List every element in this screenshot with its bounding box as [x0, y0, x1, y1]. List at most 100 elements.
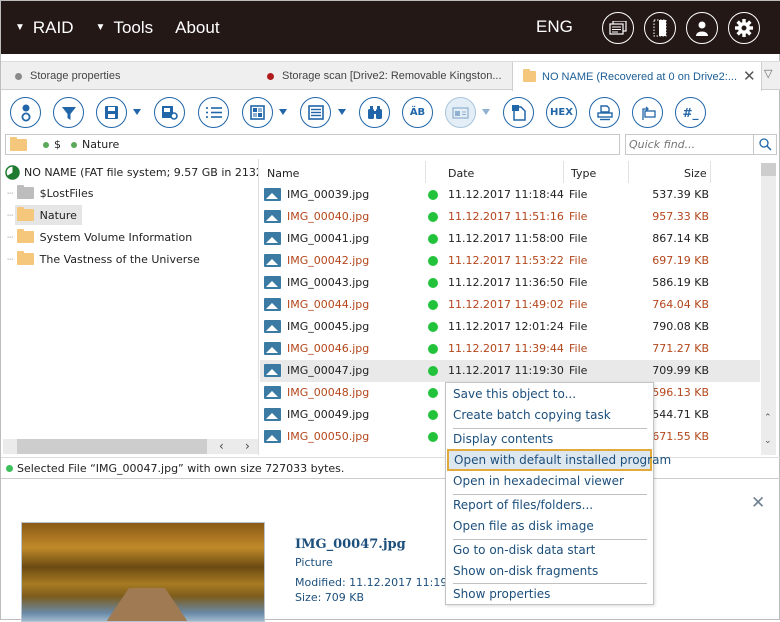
tab-storage-properties[interactable]: Storage properties — [15, 62, 255, 90]
table-row[interactable]: IMG_00045.jpg 11.12.2017 12:01:24 File 790.… — [260, 316, 760, 338]
user-button[interactable] — [686, 12, 718, 44]
properties-button[interactable] — [10, 97, 41, 128]
cell-size: 957.33 KB — [652, 210, 709, 223]
find-button[interactable] — [359, 97, 390, 128]
cell-size: 771.27 KB — [652, 342, 709, 355]
cell-name: IMG_00039.jpg — [287, 188, 370, 201]
view-mode-dropdown-icon[interactable] — [279, 109, 287, 115]
search-button[interactable] — [753, 135, 776, 154]
close-tab-icon[interactable]: ✕ — [743, 67, 756, 85]
save-button[interactable] — [96, 97, 127, 128]
menu-item-show-on-disk-fragments[interactable]: Show on-disk fragments — [446, 561, 653, 581]
table-row[interactable]: IMG_00041.jpg 11.12.2017 11:58:00 File 867.… — [260, 228, 760, 250]
scroll-left-icon[interactable]: ‹ — [219, 439, 224, 453]
properties-icon — [21, 104, 30, 121]
tree-item-lostfiles[interactable]: ┄ $LostFiles — [7, 183, 93, 203]
menu-item-save-object[interactable]: Save this object to... — [446, 384, 653, 404]
hash-button[interactable]: #_ — [675, 97, 706, 128]
image-file-icon — [264, 408, 281, 421]
hash-icon: #_ — [682, 105, 699, 120]
tab-list-dropdown-icon[interactable]: ▽ — [764, 67, 772, 80]
scrollbar-thumb[interactable] — [761, 163, 776, 176]
image-file-icon — [264, 188, 281, 201]
menu-item-show-properties[interactable]: Show properties — [446, 584, 653, 604]
column-date[interactable]: Date — [448, 167, 474, 180]
save-options-icon — [162, 106, 178, 120]
quick-find-input[interactable] — [626, 138, 753, 151]
export-button[interactable] — [632, 97, 663, 128]
cell-size: 671.55 KB — [652, 430, 709, 443]
tree-root[interactable]: NO NAME (FAT file system; 9.57 GB in 213… — [5, 162, 258, 182]
save-options-button[interactable] — [154, 97, 185, 128]
text-encoding-button[interactable]: ÄB — [402, 97, 433, 128]
table-row[interactable]: IMG_00040.jpg 11.12.2017 11:51:16 File 957.… — [260, 206, 760, 228]
address-bar[interactable]: $ Nature — [5, 134, 620, 155]
cell-size: 544.71 KB — [652, 408, 709, 421]
table-row[interactable]: IMG_00046.jpg 11.12.2017 11:39:44 File 771.… — [260, 338, 760, 360]
breadcrumb-root[interactable]: $ — [54, 138, 61, 151]
breadcrumb-nature[interactable]: Nature — [82, 138, 119, 151]
language-selector[interactable]: ENG — [536, 17, 573, 37]
table-row[interactable]: IMG_00042.jpg 11.12.2017 11:53:22 File 697.… — [260, 250, 760, 272]
settings-button[interactable] — [728, 12, 760, 44]
tree-item-nature[interactable]: ┄ Nature — [7, 205, 82, 225]
menu-item-go-to-on-disk-data-start[interactable]: Go to on-disk data start — [446, 540, 653, 560]
scroll-up-icon[interactable]: ⌃ — [764, 413, 772, 423]
scrollbar-thumb[interactable] — [17, 439, 207, 454]
save-dropdown-icon[interactable] — [133, 109, 141, 115]
recovery-status-icon — [428, 278, 438, 288]
panel-toggle-button[interactable] — [644, 12, 676, 44]
menu-item-display-contents[interactable]: Display contents — [446, 429, 653, 449]
table-row[interactable]: IMG_00044.jpg 11.12.2017 11:49:02 File 764.… — [260, 294, 760, 316]
menu-item-report-files-folders[interactable]: Report of files/folders... — [446, 495, 653, 515]
preview-dropdown-icon[interactable] — [482, 109, 490, 115]
save-icon — [105, 106, 118, 119]
scroll-down-icon[interactable]: ⌄ — [764, 436, 772, 446]
view-mode-button[interactable] — [242, 97, 273, 128]
tree-item-system-volume-information[interactable]: ┄ System Volume Information — [7, 227, 192, 247]
folder-tree: NO NAME (FAT file system; 9.57 GB in 213… — [1, 159, 259, 455]
column-type[interactable]: Type — [571, 167, 596, 180]
menu-item-open-with-default-program[interactable]: Open with default installed program — [447, 449, 671, 471]
preview-thumbnail — [21, 522, 265, 622]
tree-horizontal-scrollbar[interactable]: ‹ › — [3, 439, 258, 454]
image-file-icon — [264, 210, 281, 223]
tab-no-name[interactable]: NO NAME (Recovered at 0 on Drive2:... ✕ — [512, 62, 762, 91]
menu-raid[interactable]: ▼ RAID — [15, 18, 74, 38]
close-preview-icon[interactable]: ✕ — [751, 493, 765, 513]
column-size[interactable]: Size — [684, 167, 707, 180]
menu-item-open-as-disk-image[interactable]: Open file as disk image — [446, 516, 653, 536]
cell-size: 537.39 KB — [652, 188, 709, 201]
export-icon — [641, 106, 656, 120]
table-row[interactable]: IMG_00047.jpg 11.12.2017 11:19:30 File 709.… — [260, 360, 760, 382]
log-button[interactable] — [602, 12, 634, 44]
cell-type: File — [569, 188, 588, 201]
menu-about[interactable]: About — [175, 18, 219, 38]
cell-date: 11.12.2017 11:53:22 — [448, 254, 564, 267]
scroll-right-icon[interactable]: › — [245, 439, 250, 453]
list-view-dropdown-icon[interactable] — [338, 109, 346, 115]
cell-size: 790.08 KB — [652, 320, 709, 333]
checklist-button[interactable] — [198, 97, 229, 128]
column-name[interactable]: Name — [267, 167, 299, 180]
cell-size: 867.14 KB — [652, 232, 709, 245]
tree-item-vastness-of-universe[interactable]: ┄ The Vastness of the Universe — [7, 249, 200, 269]
copy-file-button[interactable] — [503, 97, 534, 128]
recovery-status-icon — [428, 300, 438, 310]
print-button[interactable] — [589, 97, 620, 128]
list-view-button[interactable] — [300, 97, 331, 128]
menu-tools[interactable]: ▼ Tools — [96, 18, 154, 38]
cell-size: 764.04 KB — [652, 298, 709, 311]
tab-storage-scan[interactable]: Storage scan [Drive2: Removable Kingston… — [267, 62, 507, 90]
table-row[interactable]: IMG_00039.jpg 11.12.2017 11:18:44 File 537.… — [260, 184, 760, 206]
menu-item-create-batch-copying-task[interactable]: Create batch copying task — [446, 405, 653, 425]
tab-bar: Storage properties Storage scan [Drive2:… — [1, 61, 780, 91]
menu-item-open-in-hex-viewer[interactable]: Open in hexadecimal viewer — [446, 471, 653, 491]
cell-name: IMG_00043.jpg — [287, 276, 370, 289]
filter-button[interactable] — [53, 97, 84, 128]
hex-button[interactable]: HEX — [546, 97, 577, 128]
preview-button[interactable] — [445, 97, 476, 128]
preview-pane: IMG_00047.jpg Picture Modified: 11.12.20… — [1, 481, 780, 622]
list-vertical-scrollbar[interactable]: ⌃ ⌄ — [761, 163, 776, 455]
table-row[interactable]: IMG_00043.jpg 11.12.2017 11:36:50 File 586.… — [260, 272, 760, 294]
